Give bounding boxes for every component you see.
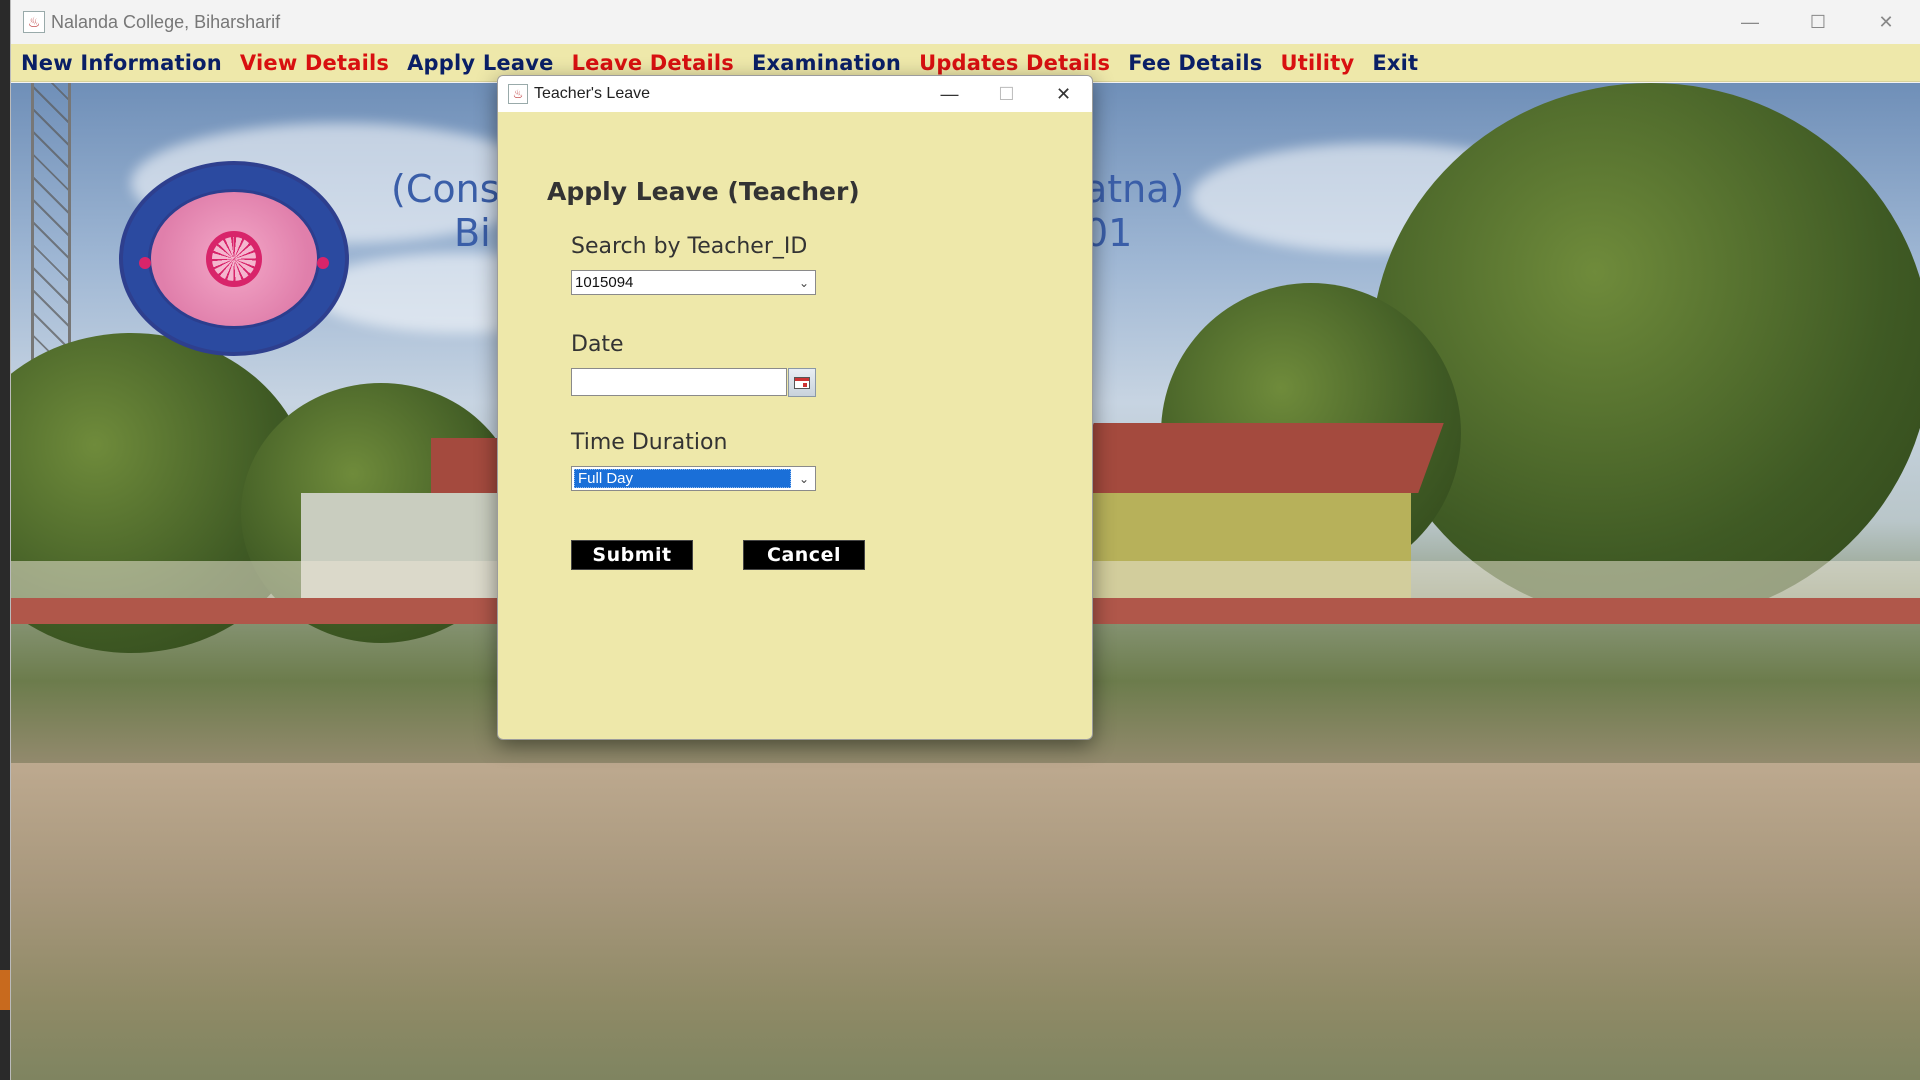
form-heading: Apply Leave (Teacher) [547, 177, 860, 206]
menu-leave-details[interactable]: Leave Details [572, 51, 734, 75]
time-duration-label: Time Duration [571, 430, 728, 455]
menu-exit[interactable]: Exit [1372, 51, 1418, 75]
menu-fee-details[interactable]: Fee Details [1128, 51, 1262, 75]
dialog-window-controls: — ☐ ✕ [921, 76, 1092, 112]
menu-utility[interactable]: Utility [1281, 51, 1355, 75]
menu-view-details[interactable]: View Details [240, 51, 389, 75]
date-input[interactable] [571, 368, 787, 396]
main-titlebar[interactable]: ♨ Nalanda College, Biharsharif — ☐ ✕ [11, 0, 1920, 44]
menu-examination[interactable]: Examination [752, 51, 901, 75]
window-title: Nalanda College, Biharsharif [51, 11, 281, 32]
logo-dot [139, 257, 151, 269]
close-icon[interactable]: ✕ [1035, 76, 1092, 112]
dialog-titlebar[interactable]: ♨ Teacher's Leave — ☐ ✕ [498, 76, 1092, 112]
teacher-id-value: 1015094 [575, 274, 634, 291]
dialog-title: Teacher's Leave [534, 85, 651, 102]
close-icon[interactable]: ✕ [1852, 0, 1920, 44]
teacher-id-combobox[interactable]: 1015094 ⌄ [571, 270, 816, 295]
banner-text-left: Bi [454, 211, 491, 255]
ground [11, 763, 1920, 1080]
teacher-leave-dialog: ♨ Teacher's Leave — ☐ ✕ Apply Leave (Tea… [497, 75, 1093, 740]
desktop-edge [0, 0, 10, 1080]
banner-text-left: (Const [391, 167, 515, 211]
calendar-icon [794, 376, 810, 389]
minimize-icon[interactable]: — [1716, 0, 1784, 44]
chevron-down-icon[interactable]: ⌄ [793, 271, 815, 294]
date-picker-button[interactable] [788, 368, 816, 397]
date-label: Date [571, 332, 624, 357]
java-cup-icon: ♨ [23, 11, 45, 33]
dharma-wheel-icon [206, 230, 262, 287]
submit-button[interactable]: Submit [571, 540, 693, 570]
menu-new-information[interactable]: New Information [21, 51, 222, 75]
cancel-button[interactable]: Cancel [743, 540, 865, 570]
building-roof [1068, 423, 1444, 493]
time-duration-combobox[interactable]: Full Day ⌄ [571, 466, 816, 491]
taskbar-accent [0, 970, 10, 1010]
menu-updates-details[interactable]: Updates Details [919, 51, 1110, 75]
java-cup-icon: ♨ [508, 84, 528, 104]
time-duration-value: Full Day [574, 469, 791, 488]
teacher-id-label: Search by Teacher_ID [571, 234, 808, 259]
main-window: ♨ Nalanda College, Biharsharif — ☐ ✕ New… [10, 0, 1920, 1080]
chevron-down-icon[interactable]: ⌄ [793, 467, 815, 490]
banner-text-right: atna) [1084, 167, 1185, 211]
window-controls: — ☐ ✕ [1716, 0, 1920, 44]
logo-emblem [148, 188, 320, 329]
maximize-icon[interactable]: ☐ [978, 76, 1035, 112]
tree [1371, 83, 1920, 623]
minimize-icon[interactable]: — [921, 76, 978, 112]
college-logo [119, 161, 349, 356]
maximize-icon[interactable]: ☐ [1784, 0, 1852, 44]
logo-dot [317, 257, 329, 269]
menu-apply-leave[interactable]: Apply Leave [407, 51, 553, 75]
